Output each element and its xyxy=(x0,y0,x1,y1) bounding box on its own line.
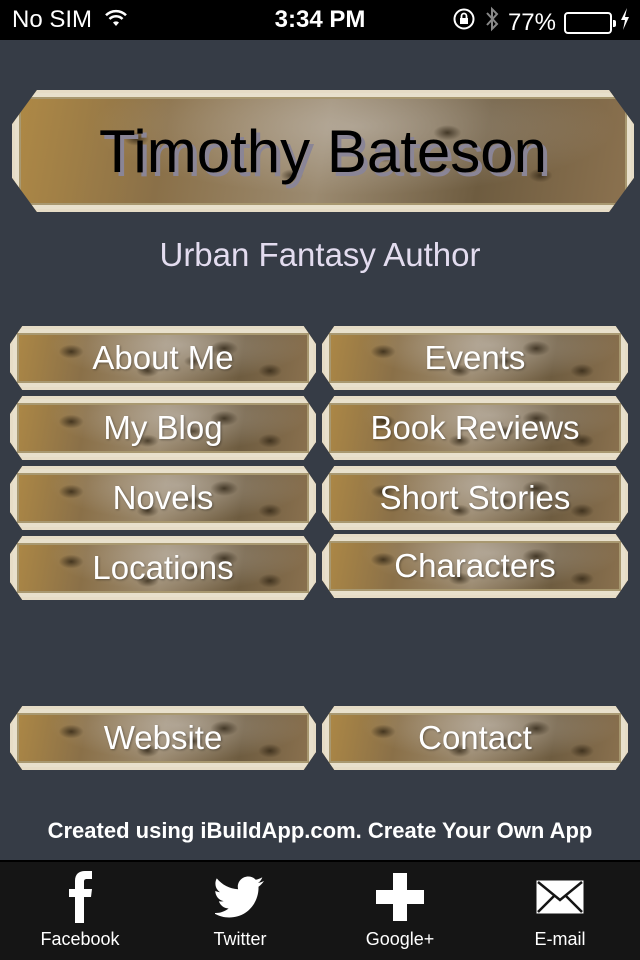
button-label: About Me xyxy=(92,339,234,376)
mail-icon xyxy=(535,869,585,925)
subtitle: Urban Fantasy Author xyxy=(159,236,481,273)
twitter-icon xyxy=(215,869,265,925)
menu-button-novels[interactable]: Novels xyxy=(10,466,316,530)
page-title: Timothy Bateson xyxy=(99,117,547,185)
button-label: Characters xyxy=(394,547,556,584)
menu-button-book-reviews[interactable]: Book Reviews xyxy=(322,396,628,460)
charging-icon xyxy=(620,8,630,37)
battery-icon xyxy=(564,11,616,34)
tab-email[interactable]: E-mail xyxy=(480,862,640,960)
bluetooth-icon xyxy=(484,6,500,39)
share-tab-bar: Facebook Twitter Google+ E-mail xyxy=(0,860,640,960)
menu-button-locations[interactable]: Locations xyxy=(10,536,316,600)
menu-button-about-me[interactable]: About Me xyxy=(10,326,316,390)
tab-google-plus[interactable]: Google+ xyxy=(320,862,480,960)
button-label: Locations xyxy=(92,549,234,586)
facebook-icon xyxy=(67,869,93,925)
tab-facebook[interactable]: Facebook xyxy=(0,862,160,960)
button-label: Novels xyxy=(112,479,214,516)
menu-button-short-stories[interactable]: Short Stories xyxy=(322,466,628,530)
button-label: Events xyxy=(424,339,526,376)
menu-button-website[interactable]: Website xyxy=(10,706,316,770)
tab-label: Twitter xyxy=(213,929,267,949)
menu-button-characters[interactable]: Characters xyxy=(322,534,628,598)
tab-label: Google+ xyxy=(365,929,435,949)
menu-button-my-blog[interactable]: My Blog xyxy=(10,396,316,460)
plus-icon xyxy=(376,869,424,925)
status-bar: No SIM 3:34 PM 77% xyxy=(0,0,640,40)
tab-label: E-mail xyxy=(534,929,586,949)
battery-percent: 77% xyxy=(507,8,556,36)
menu-button-contact[interactable]: Contact xyxy=(322,706,628,770)
button-label: Short Stories xyxy=(379,479,571,516)
title-banner: Timothy Bateson xyxy=(12,90,634,212)
button-label: Book Reviews xyxy=(370,409,580,446)
button-label: Website xyxy=(103,719,223,756)
ibuildapp-credit-link[interactable]: Created using iBuildApp.com. Create Your… xyxy=(0,818,640,844)
tab-twitter[interactable]: Twitter xyxy=(160,862,320,960)
tab-label: Facebook xyxy=(40,929,120,949)
button-label: My Blog xyxy=(103,409,223,446)
menu-button-events[interactable]: Events xyxy=(322,326,628,390)
rotation-lock-icon xyxy=(452,7,476,38)
button-label: Contact xyxy=(418,719,532,756)
